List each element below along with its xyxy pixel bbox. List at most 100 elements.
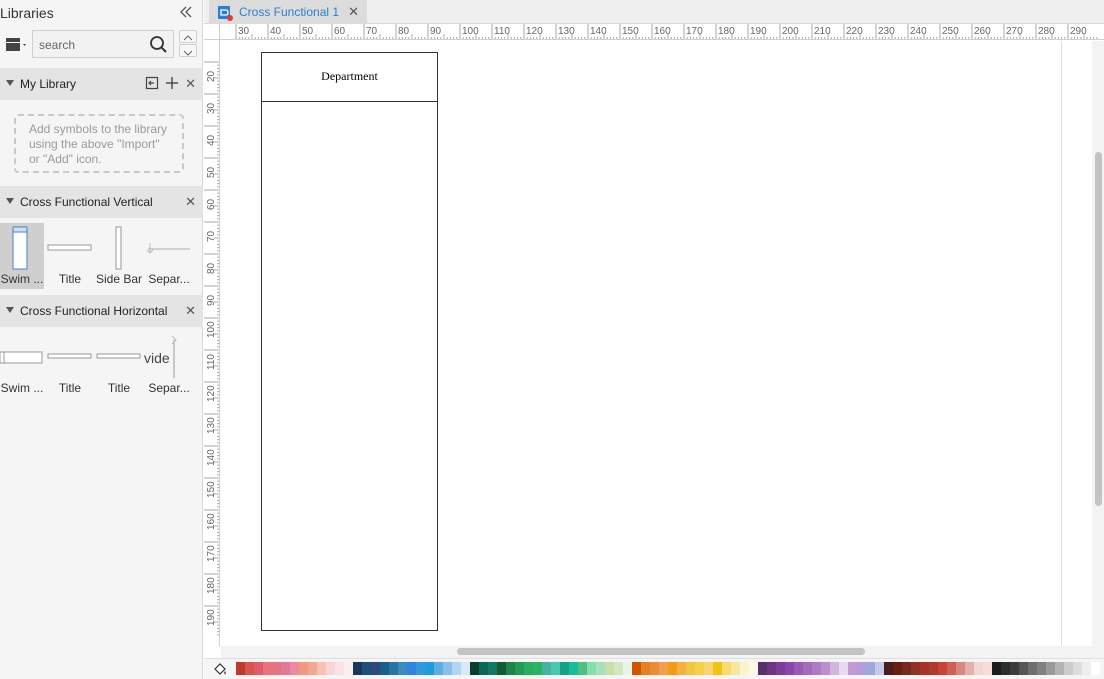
- collapse-panel-icon[interactable]: [178, 4, 194, 20]
- color-swatch[interactable]: [704, 662, 713, 675]
- color-swatch[interactable]: [875, 662, 884, 675]
- color-swatch[interactable]: [929, 662, 938, 675]
- search-icon[interactable]: [149, 35, 168, 54]
- color-swatch[interactable]: [974, 662, 983, 675]
- scroll-up-button[interactable]: [179, 30, 197, 43]
- color-swatch[interactable]: [1046, 662, 1055, 675]
- color-swatch[interactable]: [578, 662, 587, 675]
- color-swatch[interactable]: [731, 662, 740, 675]
- color-swatch[interactable]: [299, 662, 308, 675]
- color-swatch[interactable]: [776, 662, 785, 675]
- color-swatch[interactable]: [794, 662, 803, 675]
- color-swatch[interactable]: [956, 662, 965, 675]
- symbol-separator[interactable]: vide Separ...: [144, 332, 194, 398]
- color-swatch[interactable]: [236, 662, 245, 675]
- color-swatch[interactable]: [272, 662, 281, 675]
- color-swatch[interactable]: [1028, 662, 1037, 675]
- color-swatch[interactable]: [650, 662, 659, 675]
- color-swatch[interactable]: [317, 662, 326, 675]
- close-cf-vertical-icon[interactable]: ✕: [185, 195, 196, 209]
- color-swatch[interactable]: [947, 662, 956, 675]
- color-swatch[interactable]: [677, 662, 686, 675]
- color-swatch[interactable]: [569, 662, 578, 675]
- color-swatch[interactable]: [326, 662, 335, 675]
- color-swatch[interactable]: [920, 662, 929, 675]
- color-swatch[interactable]: [470, 662, 479, 675]
- color-swatch[interactable]: [371, 662, 380, 675]
- symbol-side-bar[interactable]: Side Bar: [95, 223, 143, 289]
- color-swatch[interactable]: [461, 662, 470, 675]
- color-swatch[interactable]: [254, 662, 263, 675]
- color-swatch[interactable]: [1082, 662, 1091, 675]
- color-swatch[interactable]: [587, 662, 596, 675]
- color-swatch[interactable]: [848, 662, 857, 675]
- color-swatch[interactable]: [686, 662, 695, 675]
- color-swatch[interactable]: [767, 662, 776, 675]
- symbol-title[interactable]: Title: [46, 332, 94, 398]
- vertical-ruler[interactable]: 20 30 40 50 60 70 80 90 100 110 120 130 140 150 160 170…: [204, 40, 220, 646]
- color-swatch[interactable]: [542, 662, 551, 675]
- symbol-title[interactable]: Title: [95, 332, 143, 398]
- color-swatch[interactable]: [623, 662, 632, 675]
- fill-bucket-icon[interactable]: [212, 661, 228, 677]
- color-swatch[interactable]: [938, 662, 947, 675]
- color-swatch[interactable]: [362, 662, 371, 675]
- color-swatch[interactable]: [785, 662, 794, 675]
- color-swatch[interactable]: [641, 662, 650, 675]
- color-swatch[interactable]: [1010, 662, 1019, 675]
- color-swatch[interactable]: [812, 662, 821, 675]
- symbol-horizontal-swimlane[interactable]: Swim ...: [0, 332, 44, 398]
- color-swatch[interactable]: [425, 662, 434, 675]
- color-swatch[interactable]: [353, 662, 362, 675]
- tab-cross-functional-1[interactable]: Cross Functional 1 ✕: [209, 0, 367, 24]
- color-swatch[interactable]: [1073, 662, 1082, 675]
- color-swatch[interactable]: [722, 662, 731, 675]
- color-swatch[interactable]: [614, 662, 623, 675]
- close-my-library-icon[interactable]: ✕: [185, 77, 196, 91]
- color-swatch[interactable]: [389, 662, 398, 675]
- close-cf-horizontal-icon[interactable]: ✕: [185, 304, 196, 318]
- color-swatch[interactable]: [1055, 662, 1064, 675]
- color-swatch[interactable]: [380, 662, 389, 675]
- swimlane-header[interactable]: Department: [262, 53, 437, 102]
- symbol-vertical-swimlane[interactable]: Swim ...: [0, 223, 44, 289]
- close-tab-icon[interactable]: ✕: [348, 4, 359, 20]
- color-swatch[interactable]: [479, 662, 488, 675]
- search-input[interactable]: [39, 36, 147, 54]
- color-swatch[interactable]: [1091, 662, 1100, 675]
- color-swatch[interactable]: [488, 662, 497, 675]
- color-swatch[interactable]: [398, 662, 407, 675]
- library-menu-icon[interactable]: [5, 35, 29, 53]
- color-swatch[interactable]: [911, 662, 920, 675]
- color-swatch[interactable]: [1064, 662, 1073, 675]
- symbol-separator[interactable]: Separ...: [144, 223, 194, 289]
- color-swatch[interactable]: [524, 662, 533, 675]
- symbol-title[interactable]: Title: [46, 223, 94, 289]
- color-swatch[interactable]: [281, 662, 290, 675]
- my-library-header[interactable]: My Library ✕: [0, 68, 203, 100]
- color-swatch[interactable]: [344, 662, 353, 675]
- color-swatch[interactable]: [443, 662, 452, 675]
- horizontal-scrollbar-thumb[interactable]: [457, 648, 865, 655]
- color-swatch[interactable]: [821, 662, 830, 675]
- color-swatch[interactable]: [605, 662, 614, 675]
- color-swatch[interactable]: [713, 662, 722, 675]
- color-swatch[interactable]: [506, 662, 515, 675]
- import-icon[interactable]: [145, 76, 159, 90]
- color-swatch[interactable]: [902, 662, 911, 675]
- color-swatch[interactable]: [965, 662, 974, 675]
- color-swatch[interactable]: [749, 662, 758, 675]
- color-swatch[interactable]: [983, 662, 992, 675]
- cf-vertical-header[interactable]: Cross Functional Vertical ✕: [0, 186, 203, 218]
- horizontal-ruler[interactable]: 30 40 50 60 70 80 90 100 110 120 130 140 150 160 170 18…: [220, 24, 1104, 40]
- color-swatch[interactable]: [497, 662, 506, 675]
- color-swatch[interactable]: [596, 662, 605, 675]
- color-swatch[interactable]: [803, 662, 812, 675]
- color-swatch[interactable]: [866, 662, 875, 675]
- color-swatch[interactable]: [857, 662, 866, 675]
- color-swatch[interactable]: [308, 662, 317, 675]
- color-swatch[interactable]: [560, 662, 569, 675]
- color-swatch[interactable]: [335, 662, 344, 675]
- scroll-down-button[interactable]: [179, 44, 197, 57]
- color-swatch[interactable]: [830, 662, 839, 675]
